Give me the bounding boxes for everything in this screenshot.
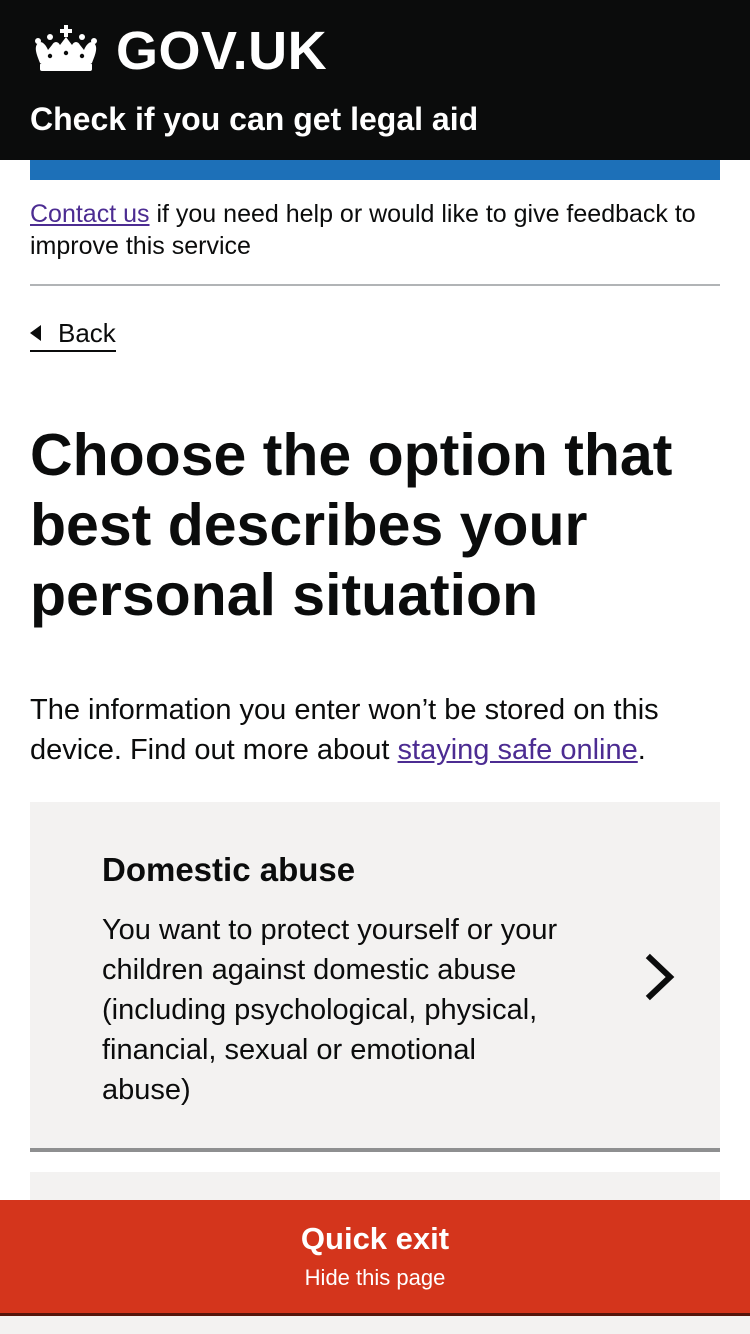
page-title: Choose the option that best describes yo… — [30, 422, 673, 628]
section-divider — [30, 284, 720, 286]
option-description: You want to protect yourself or your chi… — [102, 914, 558, 1106]
staying-safe-online-link[interactable]: staying safe online — [398, 734, 638, 766]
intro-text: The information you enter won’t be store… — [30, 690, 720, 770]
chevron-right-icon — [645, 953, 675, 1001]
site-header: GOV.UK Check if you can get legal aid — [0, 0, 750, 160]
brand-colour-bar — [30, 160, 720, 180]
crown-icon — [35, 25, 97, 71]
govuk-logotype: GOV.UK — [116, 21, 328, 81]
page: GOV.UK Check if you can get legal aid Co… — [0, 0, 750, 1334]
quick-exit-label: Quick exit — [300, 1221, 450, 1256]
option-title: Domestic abuse — [102, 851, 356, 888]
bottom-strip — [0, 1316, 750, 1334]
govuk-logo-link[interactable]: GOV.UK — [30, 18, 720, 84]
contact-us-link[interactable]: Contact us — [30, 200, 150, 228]
back-link[interactable]: Back — [30, 316, 116, 352]
back-arrow-icon — [30, 325, 41, 341]
quick-exit-button[interactable]: Quick exit Hide this page — [0, 1200, 750, 1316]
back-link-label: Back — [58, 318, 116, 348]
quick-exit-sublabel: Hide this page — [304, 1265, 446, 1290]
feedback-banner: Contact us if you need help or would lik… — [30, 198, 720, 262]
option-domestic-abuse[interactable]: Domestic abuse You want to protect yours… — [30, 802, 720, 1152]
service-name[interactable]: Check if you can get legal aid — [30, 101, 720, 137]
intro-text-end: . — [637, 734, 646, 766]
